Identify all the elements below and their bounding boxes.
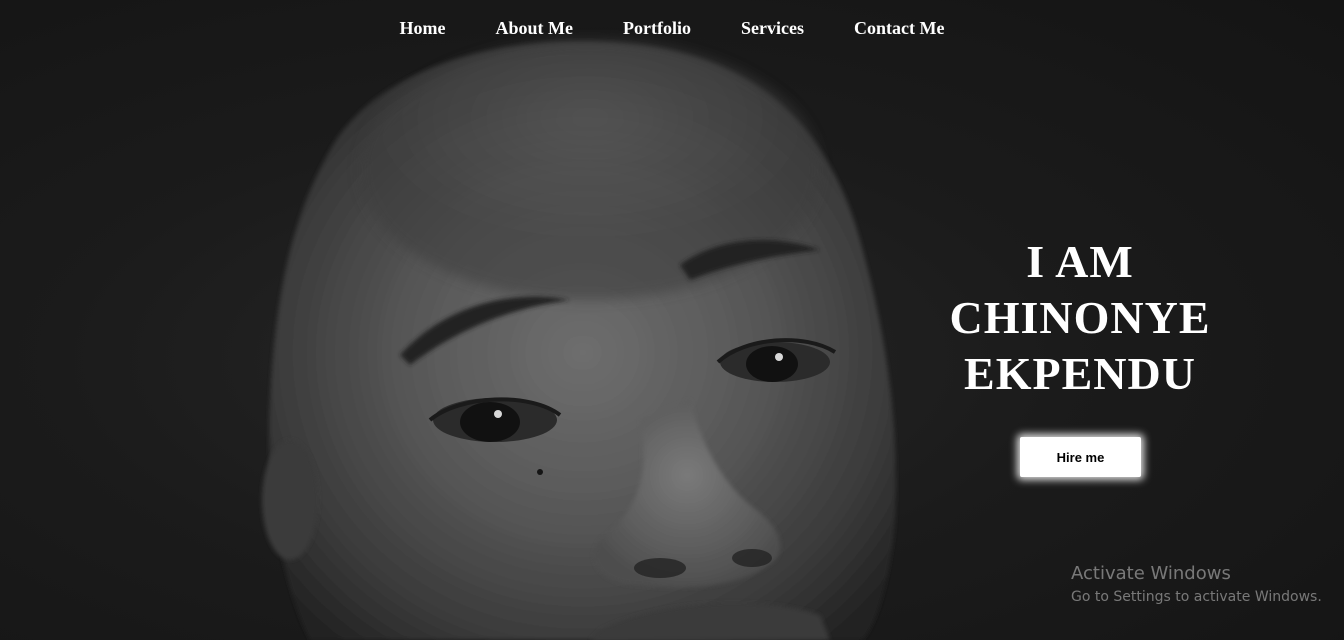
nav-link-services[interactable]: Services [741, 16, 804, 40]
watermark-title: Activate Windows [1071, 563, 1231, 584]
nav-link-portfolio[interactable]: Portfolio [623, 16, 691, 40]
windows-activation-watermark: Activate Windows Go to Settings to activ… [1071, 563, 1322, 608]
main-nav: Home About Me Portfolio Services Contact… [0, 16, 1344, 40]
hero-heading-line-3: EKPENDU [964, 348, 1196, 399]
hero-heading: I AM CHINONYE EKPENDU [930, 234, 1230, 402]
landing-page: Home About Me Portfolio Services Contact… [0, 0, 1344, 640]
hero-heading-line-2: CHINONYE [949, 292, 1211, 343]
nav-link-home[interactable]: Home [400, 16, 446, 40]
hero-heading-line-1: I AM [1026, 236, 1134, 287]
nav-link-contact-me[interactable]: Contact Me [854, 16, 944, 40]
hire-me-button[interactable]: Hire me [1020, 437, 1141, 477]
watermark-subtitle: Go to Settings to activate Windows. [1071, 589, 1322, 605]
nav-link-about-me[interactable]: About Me [496, 16, 574, 40]
hero-heading-block: I AM CHINONYE EKPENDU [930, 234, 1230, 402]
